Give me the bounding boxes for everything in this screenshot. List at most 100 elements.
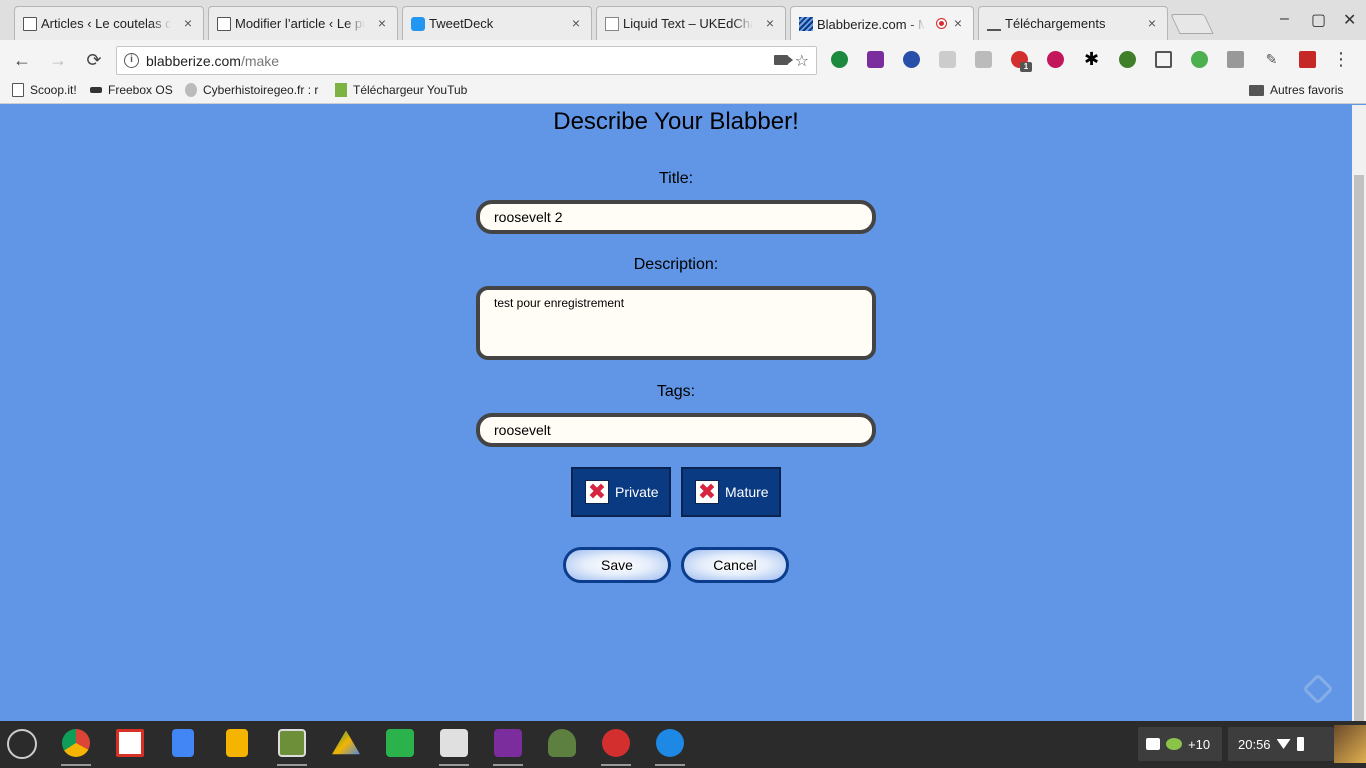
chrome-icon[interactable] <box>62 729 90 757</box>
running-indicator <box>655 764 685 766</box>
running-indicator <box>61 764 91 766</box>
tab-title: Modifier l’article ‹ Le pro <box>235 16 365 31</box>
mature-label: Mature <box>725 484 769 500</box>
asterisk-icon[interactable]: ✱ <box>1083 50 1100 68</box>
running-indicator <box>439 764 469 766</box>
maximize-button[interactable]: ▢ <box>1311 10 1326 30</box>
close-icon[interactable]: × <box>181 16 195 30</box>
bookmark-youtube-downloader[interactable]: Téléchargeur YouTub <box>335 83 471 97</box>
tab-tweetdeck[interactable]: TweetDeck × <box>402 6 592 40</box>
menu-icon[interactable]: ⋮ <box>1332 50 1350 68</box>
recording-icon <box>936 18 947 29</box>
address-bar[interactable]: i blabberize.com/make ☆ <box>116 46 817 75</box>
new-tab-button[interactable] <box>1170 14 1214 34</box>
tab-modifier-article[interactable]: Modifier l’article ‹ Le pro × <box>208 6 398 40</box>
screencast-icon[interactable] <box>278 729 306 757</box>
url-text[interactable]: blabberize.com/make <box>146 53 279 69</box>
tab-title: Articles ‹ Le coutelas de <box>41 16 171 31</box>
cast-icon[interactable] <box>1155 51 1172 68</box>
rss-icon[interactable] <box>975 51 992 68</box>
onenote-icon[interactable] <box>867 51 884 68</box>
tags-label: Tags: <box>656 383 696 400</box>
slides-icon[interactable] <box>226 729 248 757</box>
feedly-icon[interactable] <box>1302 673 1334 705</box>
docs-icon[interactable] <box>172 729 194 757</box>
save-button[interactable]: Save <box>563 547 671 583</box>
close-icon[interactable]: × <box>951 16 965 30</box>
drive-icon[interactable] <box>332 730 360 755</box>
private-label: Private <box>615 484 659 500</box>
running-indicator <box>493 764 523 766</box>
minimize-button[interactable]: – <box>1280 10 1289 28</box>
book-icon[interactable] <box>1299 51 1316 68</box>
onenote-app-icon[interactable] <box>494 729 522 757</box>
page-title: Describe Your Blabber! <box>553 108 799 135</box>
private-toggle[interactable]: ✖ Private <box>571 467 671 517</box>
tab-blabberize[interactable]: Blabberize.com - Ma × <box>790 6 974 41</box>
page-icon <box>12 83 24 97</box>
battery-icon <box>1296 737 1304 751</box>
info-icon[interactable]: i <box>124 53 139 68</box>
feedly-app-icon[interactable] <box>386 729 414 757</box>
ukedchat-icon <box>605 17 619 31</box>
clipboard-icon <box>1146 738 1160 750</box>
donut-icon[interactable] <box>1047 51 1064 68</box>
bookmark-star-icon[interactable]: ☆ <box>795 51 809 71</box>
forward-button[interactable]: → <box>46 48 70 72</box>
system-tray[interactable]: 20:56 <box>1228 727 1334 761</box>
notification-count: +10 <box>1188 736 1211 752</box>
tab-articles[interactable]: Articles ‹ Le coutelas de × <box>14 6 204 40</box>
description-label: Description: <box>633 256 719 273</box>
extension-icon[interactable] <box>1227 51 1244 68</box>
avatar[interactable] <box>1334 725 1366 763</box>
gif-extension-icon[interactable] <box>939 51 956 68</box>
page-icon <box>217 17 231 31</box>
bookmark-other[interactable]: Autres favoris <box>1249 83 1343 97</box>
notification-area[interactable]: +10 <box>1138 727 1222 761</box>
play-store-icon[interactable] <box>440 729 468 757</box>
tab-title: TweetDeck <box>429 16 494 31</box>
running-indicator <box>277 764 307 766</box>
files-icon[interactable] <box>656 729 684 757</box>
page-icon <box>23 17 37 31</box>
tab-telechargements[interactable]: Téléchargements × <box>978 6 1168 40</box>
video-app-icon[interactable] <box>602 729 630 757</box>
window-close-button[interactable]: ✕ <box>1343 10 1356 30</box>
close-icon[interactable]: × <box>569 16 583 30</box>
close-icon[interactable]: × <box>1145 16 1159 30</box>
extension-icon[interactable] <box>831 51 848 68</box>
camera-icon[interactable] <box>774 55 793 65</box>
reload-button[interactable]: ⟳ <box>82 48 106 72</box>
bookmark-freebox[interactable]: Freebox OS <box>90 83 173 97</box>
mature-toggle[interactable]: ✖ Mature <box>681 467 781 517</box>
bookmark-scoopit[interactable]: Scoop.it! <box>12 83 77 97</box>
description-textarea[interactable]: test pour enregistrement <box>476 286 876 360</box>
tweetdeck-icon <box>411 17 425 31</box>
running-indicator <box>601 764 631 766</box>
launcher-icon[interactable] <box>7 729 37 759</box>
page-scrollbar[interactable] <box>1352 105 1366 743</box>
tags-input[interactable] <box>476 413 876 447</box>
download-icon <box>987 17 1001 31</box>
close-icon[interactable]: × <box>763 16 777 30</box>
extension-icon[interactable] <box>1191 51 1208 68</box>
turtle-icon[interactable] <box>1119 51 1136 68</box>
kami-icon[interactable] <box>903 51 920 68</box>
download-arrow-icon <box>335 83 347 97</box>
cancel-button[interactable]: Cancel <box>681 547 789 583</box>
gmail-icon[interactable] <box>116 729 144 757</box>
bookmarks-bar: Scoop.it! Freebox OS Cyberhistoiregeo.fr… <box>0 80 1366 104</box>
turtle-app-icon[interactable] <box>548 729 576 757</box>
pen-icon[interactable]: ✎ <box>1263 51 1280 68</box>
title-input[interactable] <box>476 200 876 234</box>
close-icon[interactable]: × <box>375 16 389 30</box>
back-button[interactable]: ← <box>10 48 34 72</box>
page-content: Describe Your Blabber! Title: Descriptio… <box>0 105 1352 721</box>
tab-title: Liquid Text – UKEdChat <box>623 16 753 31</box>
scrollbar-thumb[interactable] <box>1354 175 1364 743</box>
title-label: Title: <box>658 170 694 187</box>
os-shelf: +10 20:56 <box>0 721 1366 768</box>
bookmark-cyberhistoire[interactable]: Cyberhistoiregeo.fr : r <box>185 83 321 97</box>
tab-liquid-text[interactable]: Liquid Text – UKEdChat × <box>596 6 786 40</box>
tab-title: Téléchargements <box>1005 16 1106 31</box>
